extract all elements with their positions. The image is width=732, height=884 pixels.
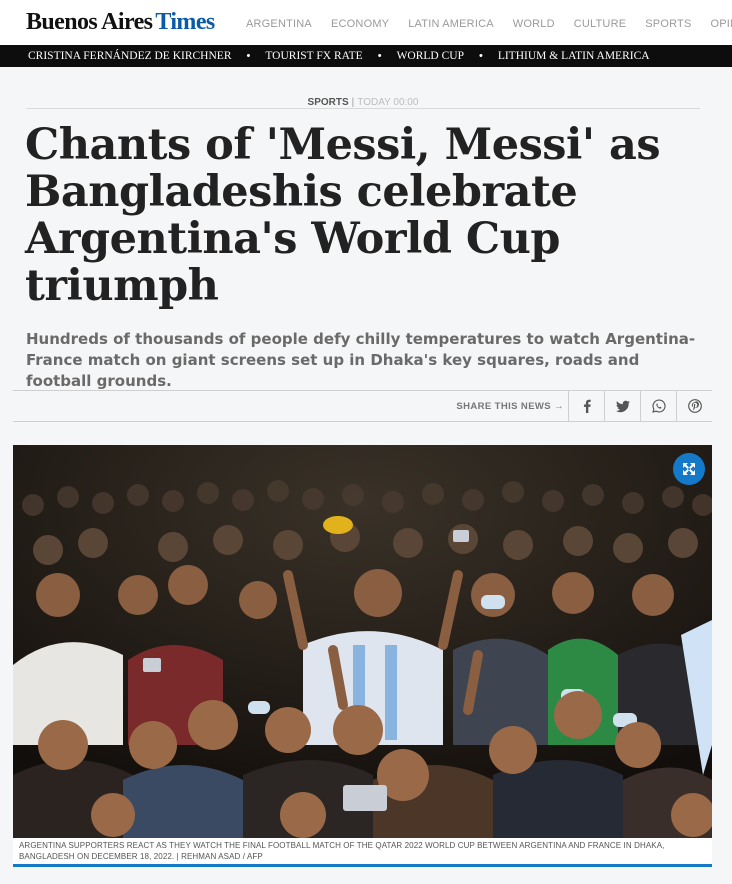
trending-item-world-cup[interactable]: WORLD CUP — [397, 50, 464, 62]
expand-icon — [683, 463, 695, 475]
nav-item-culture[interactable]: CULTURE — [574, 18, 627, 30]
trending-bar: CRISTINA FERNÁNDEZ DE KIRCHNER • TOURIST… — [0, 45, 732, 67]
share-bar: SHARE THIS NEWS → — [13, 390, 712, 422]
article-headline: Chants of 'Messi, Messi' as Bangladeshis… — [25, 120, 661, 311]
pinterest-share-button[interactable] — [676, 391, 712, 421]
meta-separator: | — [351, 97, 355, 108]
nav-item-world[interactable]: WORLD — [513, 18, 555, 30]
meta-divider — [26, 108, 700, 109]
nav-item-latin-america[interactable]: LATIN AMERICA — [408, 18, 494, 30]
photo-caption: ARGENTINA SUPPORTERS REACT AS THEY WATCH… — [13, 838, 712, 867]
section-link[interactable]: SPORTS — [308, 97, 349, 108]
share-label: SHARE THIS NEWS → — [456, 401, 564, 412]
nav-item-opinion[interactable]: OPINION — [711, 18, 732, 30]
article-subheadline: Hundreds of thousands of people defy chi… — [26, 330, 696, 390]
nav-item-economy[interactable]: ECONOMY — [331, 18, 389, 30]
facebook-share-button[interactable] — [568, 391, 604, 421]
whatsapp-icon — [651, 399, 666, 413]
trending-separator: • — [377, 50, 382, 62]
share-arrow-icon: → — [554, 401, 564, 412]
nav-item-sports[interactable]: SPORTS — [645, 18, 691, 30]
trending-item-lithium[interactable]: LITHIUM & LATIN AMERICA — [498, 50, 650, 62]
trending-item-tourist-fx[interactable]: TOURIST FX RATE — [265, 50, 362, 62]
main-navigation: ARGENTINA ECONOMY LATIN AMERICA WORLD CU… — [246, 18, 732, 30]
logo-text-times: Times — [155, 9, 215, 35]
crowd-photo-illustration — [13, 445, 712, 838]
expand-photo-button[interactable] — [673, 453, 705, 485]
twitter-share-button[interactable] — [604, 391, 640, 421]
pinterest-icon — [687, 399, 702, 413]
site-header: Buenos Aires Times ARGENTINA ECONOMY LATI… — [0, 0, 732, 45]
publish-time: TODAY 00:00 — [357, 97, 419, 108]
share-label-text: SHARE THIS NEWS — [456, 401, 552, 412]
logo-text-buenos-aires: Buenos Aires — [26, 9, 153, 35]
trending-separator: • — [246, 50, 251, 62]
article-photo[interactable] — [13, 445, 712, 838]
whatsapp-share-button[interactable] — [640, 391, 676, 421]
trending-item-cristina[interactable]: CRISTINA FERNÁNDEZ DE KIRCHNER — [28, 50, 232, 62]
twitter-icon — [615, 400, 630, 413]
facebook-icon — [583, 399, 591, 413]
nav-item-argentina[interactable]: ARGENTINA — [246, 18, 312, 30]
trending-separator: • — [478, 50, 483, 62]
site-logo[interactable]: Buenos Aires Times — [26, 9, 215, 36]
